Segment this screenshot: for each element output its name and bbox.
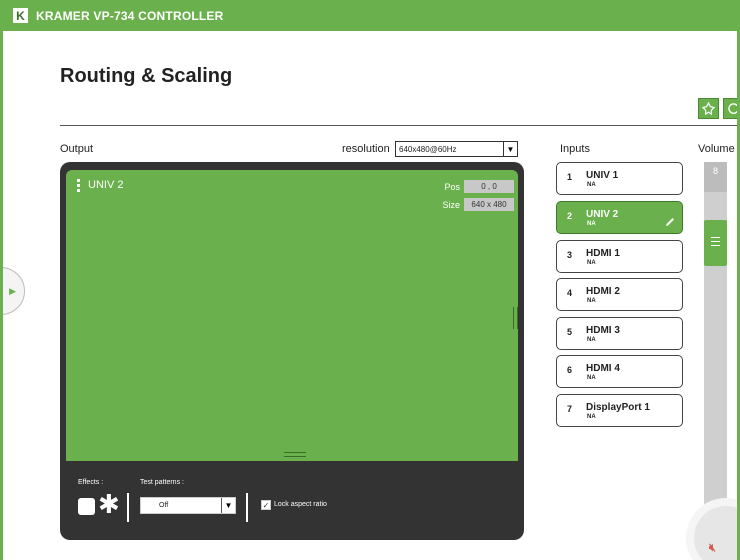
lock-aspect-checkbox[interactable]: ✓ bbox=[261, 500, 271, 510]
refresh-button[interactable] bbox=[723, 98, 737, 119]
input-status: NA bbox=[587, 414, 596, 420]
white-square-icon[interactable] bbox=[78, 498, 95, 515]
input-name: UNIV 1 bbox=[586, 170, 619, 181]
test-pattern-select[interactable]: Off ▼ bbox=[140, 497, 236, 514]
lock-aspect-label: Lock aspect ratio bbox=[274, 501, 327, 508]
page-title: Routing & Scaling bbox=[60, 65, 233, 87]
resolution-value: 640x480@60Hz bbox=[399, 144, 457, 154]
test-pattern-value: Off bbox=[159, 502, 169, 509]
input-name: HDMI 3 bbox=[586, 325, 620, 336]
pencil-icon[interactable] bbox=[664, 216, 676, 228]
resolution-select[interactable]: 640x480@60Hz ▼ bbox=[395, 141, 518, 157]
separator bbox=[246, 493, 248, 522]
effects-label: Effects : bbox=[78, 479, 104, 486]
refresh-icon bbox=[728, 103, 737, 114]
volume-top: 8 bbox=[704, 162, 727, 192]
output-canvas[interactable]: UNIV 2 Pos 0 , 0 Size 640 x 480 bbox=[66, 170, 518, 461]
resize-handle-right[interactable] bbox=[513, 307, 518, 329]
expand-sidebar-button[interactable]: ▶ bbox=[3, 267, 25, 315]
input-item-displayport-1[interactable]: 7 DisplayPort 1 NA bbox=[556, 394, 683, 427]
source-name: UNIV 2 bbox=[88, 179, 124, 191]
input-status: NA bbox=[587, 221, 596, 227]
output-label: Output bbox=[60, 143, 94, 155]
resize-handle-bottom[interactable] bbox=[284, 452, 306, 457]
input-status: NA bbox=[587, 298, 596, 304]
drag-handle-icon[interactable] bbox=[77, 179, 80, 193]
input-name: UNIV 2 bbox=[586, 209, 619, 220]
input-item-hdmi-4[interactable]: 6 HDMI 4 NA bbox=[556, 355, 683, 388]
input-number: 2 bbox=[567, 211, 573, 221]
volume-slider[interactable]: 8 bbox=[704, 162, 727, 532]
input-item-hdmi-1[interactable]: 3 HDMI 1 NA bbox=[556, 240, 683, 273]
inputs-label: Inputs bbox=[560, 143, 590, 155]
volume-slider-thumb[interactable] bbox=[704, 220, 727, 266]
resolution-label: resolution bbox=[342, 143, 390, 155]
play-arrow-icon: ▶ bbox=[9, 285, 16, 296]
header-bar: K KRAMER VP-734 CONTROLLER bbox=[3, 0, 737, 31]
checkmark-icon: ✓ bbox=[262, 500, 270, 510]
input-name: HDMI 4 bbox=[586, 363, 620, 374]
input-item-hdmi-2[interactable]: 4 HDMI 2 NA bbox=[556, 278, 683, 311]
input-number: 6 bbox=[567, 365, 573, 375]
input-name: HDMI 1 bbox=[586, 248, 620, 259]
input-number: 4 bbox=[567, 288, 573, 298]
pin-button[interactable] bbox=[698, 98, 719, 119]
input-item-univ-2[interactable]: 2 UNIV 2 NA bbox=[556, 201, 683, 234]
kramer-logo-icon: K bbox=[13, 8, 28, 23]
output-panel: UNIV 2 Pos 0 , 0 Size 640 x 480 Effects … bbox=[60, 162, 524, 540]
title-divider bbox=[60, 125, 737, 126]
input-status: NA bbox=[587, 182, 596, 188]
size-label: Size bbox=[442, 200, 460, 210]
input-name: HDMI 2 bbox=[586, 286, 620, 297]
separator bbox=[127, 493, 129, 522]
asterisk-icon[interactable]: ✱ bbox=[98, 491, 120, 517]
app-title: KRAMER VP-734 CONTROLLER bbox=[36, 8, 224, 23]
mute-icon[interactable]: 🔇︎ bbox=[709, 542, 716, 555]
pos-label: Pos bbox=[444, 182, 460, 192]
input-status: NA bbox=[587, 260, 596, 266]
test-patterns-label: Test patterns : bbox=[140, 479, 184, 486]
input-number: 3 bbox=[567, 250, 573, 260]
input-number: 1 bbox=[567, 172, 573, 182]
input-status: NA bbox=[587, 337, 596, 343]
chevron-down-icon: ▼ bbox=[503, 142, 517, 156]
input-item-hdmi-3[interactable]: 5 HDMI 3 NA bbox=[556, 317, 683, 350]
size-value: 640 x 480 bbox=[464, 198, 514, 211]
chevron-down-icon: ▼ bbox=[221, 498, 235, 513]
pin-icon bbox=[702, 102, 715, 115]
input-name: DisplayPort 1 bbox=[586, 402, 650, 413]
input-item-univ-1[interactable]: 1 UNIV 1 NA bbox=[556, 162, 683, 195]
input-number: 5 bbox=[567, 327, 573, 337]
app-window: K KRAMER VP-734 CONTROLLER Routing & Sca… bbox=[0, 0, 740, 560]
input-status: NA bbox=[587, 375, 596, 381]
volume-value: 8 bbox=[712, 166, 718, 176]
pos-value: 0 , 0 bbox=[464, 180, 514, 193]
volume-label: Volume bbox=[698, 143, 735, 155]
input-number: 7 bbox=[567, 404, 573, 414]
